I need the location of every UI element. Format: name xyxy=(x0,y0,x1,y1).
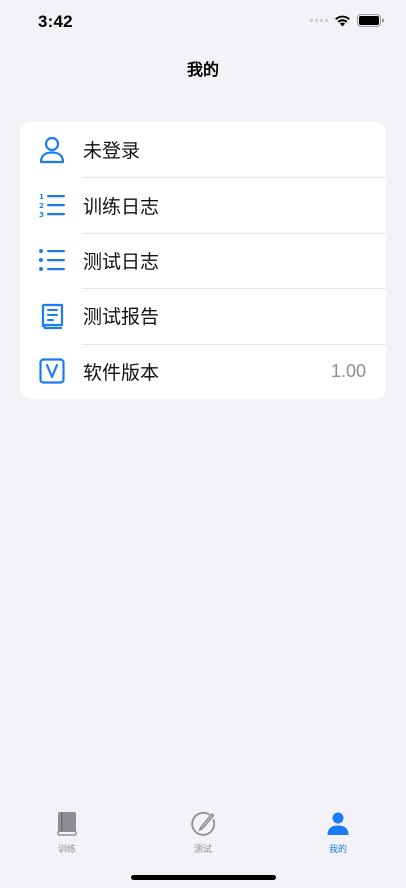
menu-item-label: 未登录 xyxy=(83,140,141,163)
person-fill-icon xyxy=(324,810,352,838)
tab-label: 我的 xyxy=(328,845,347,855)
tab-training[interactable]: 训练 xyxy=(27,810,107,855)
menu-item-label: 测试报告 xyxy=(83,306,160,329)
menu-item-training-log[interactable]: 1 2 3 训练日志 xyxy=(20,177,386,232)
tab-test[interactable]: 测试 xyxy=(163,810,243,855)
menu-item-test-log[interactable]: 测试日志 xyxy=(20,232,386,288)
home-indicator xyxy=(131,875,276,880)
menu-item-label: 测试日志 xyxy=(83,250,160,273)
screen: 3:42 我的 未登录 1 2 3 训练日志 测试日志 测试报告 软件版本 1.… xyxy=(0,0,406,888)
tab-label: 测试 xyxy=(193,845,212,855)
tab-label: 训练 xyxy=(57,845,76,855)
person-icon xyxy=(38,136,66,164)
version-v-icon xyxy=(38,357,66,385)
svg-text:2: 2 xyxy=(39,202,44,210)
bulleted-list-icon xyxy=(38,246,66,274)
version-value: 1.00 xyxy=(330,360,366,381)
report-book-icon xyxy=(38,302,66,330)
book-icon xyxy=(53,810,81,838)
menu-item-test-report[interactable]: 测试报告 xyxy=(20,288,386,343)
menu-item-software-version[interactable]: 软件版本 1.00 xyxy=(20,343,386,399)
menu-list: 未登录 1 2 3 训练日志 测试日志 测试报告 软件版本 1.00 xyxy=(20,122,386,399)
menu-item-label: 软件版本 xyxy=(83,361,160,384)
battery-icon xyxy=(357,14,384,27)
page-title: 我的 xyxy=(186,60,219,79)
status-icons xyxy=(310,14,384,27)
status-bar: 3:42 xyxy=(0,0,406,44)
cellular-signal-icon xyxy=(310,19,328,22)
status-time: 3:42 xyxy=(38,12,73,31)
wifi-icon xyxy=(335,15,350,27)
pencil-circle-icon xyxy=(189,810,217,838)
tab-mine[interactable]: 我的 xyxy=(298,810,378,855)
svg-text:1: 1 xyxy=(39,193,44,201)
svg-text:3: 3 xyxy=(39,211,44,219)
numbered-list-icon: 1 2 3 xyxy=(38,191,66,219)
menu-item-login[interactable]: 未登录 xyxy=(20,122,386,177)
menu-item-label: 训练日志 xyxy=(83,195,160,218)
